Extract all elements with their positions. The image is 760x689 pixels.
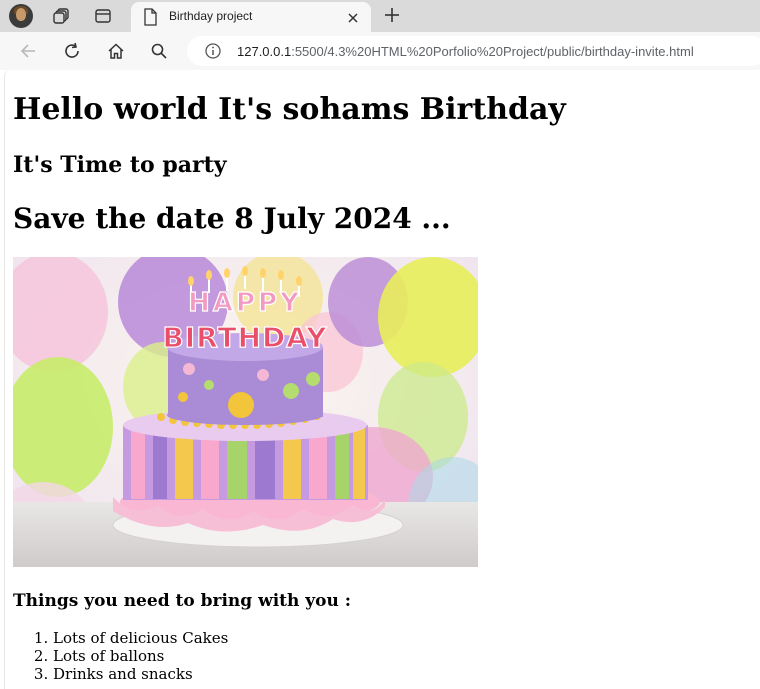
url-path: :5500/4.3%20HTML%20Porfolio%20Project/pu…: [291, 44, 694, 59]
tab-strip: Birthday project: [0, 0, 760, 34]
page-viewport: Hello world It's sohams Birthday It's Ti…: [4, 70, 760, 689]
list-item: Lots of ballons: [53, 647, 228, 665]
cake-topper-birthday: BIRTHDAY: [162, 321, 327, 354]
workspaces-icon[interactable]: [50, 4, 74, 28]
list-item: Drinks and snacks: [53, 665, 228, 683]
avatar-face: [16, 8, 26, 21]
back-arrow-icon[interactable]: [16, 39, 40, 63]
party-subheading: It's Time to party: [13, 152, 227, 178]
birthday-cake-image: HAPPY BIRTHDAY: [13, 257, 478, 567]
reload-icon[interactable]: [60, 39, 84, 63]
url-text[interactable]: 127.0.0.1:5500/4.3%20HTML%20Porfolio%20P…: [237, 44, 694, 59]
url-host: 127.0.0.1: [237, 44, 292, 59]
list-item: Lots of delicious Cakes: [53, 629, 228, 647]
home-icon[interactable]: [104, 39, 128, 63]
bring-heading: Things you need to bring with you :: [13, 591, 352, 611]
active-tab[interactable]: Birthday project: [131, 2, 371, 34]
tab-title: Birthday project: [169, 9, 253, 23]
search-icon[interactable]: [147, 39, 171, 63]
address-bar[interactable]: 127.0.0.1:5500/4.3%20HTML%20Porfolio%20P…: [187, 36, 760, 66]
save-the-date-heading: Save the date 8 July 2024 ...: [13, 202, 451, 235]
info-icon[interactable]: [204, 42, 222, 64]
profile-avatar[interactable]: [9, 4, 33, 28]
bring-list: Lots of delicious Cakes Lots of ballons …: [13, 629, 228, 683]
browser-toolbar: 127.0.0.1:5500/4.3%20HTML%20Porfolio%20P…: [0, 32, 760, 70]
close-icon[interactable]: [346, 10, 360, 29]
plus-icon[interactable]: [382, 5, 402, 29]
tab-actions-icon[interactable]: [91, 4, 115, 28]
page-title: Hello world It's sohams Birthday: [13, 92, 566, 127]
cake-topper-happy: HAPPY: [188, 288, 302, 318]
page-icon: [143, 8, 157, 30]
